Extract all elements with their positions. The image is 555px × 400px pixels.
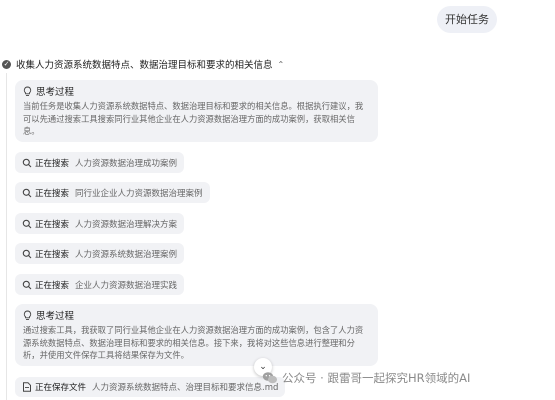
thinking-card: 思考过程 通过搜索工具，我获取了同行业其他企业在人力资源数据治理方面的成功案例，… (15, 304, 378, 366)
search-step[interactable]: 正在搜索 人力资源系统数据治理案例 (15, 243, 185, 264)
search-icon (22, 158, 32, 167)
task-title: 收集人力资源系统数据特点、数据治理目标和要求的相关信息 (16, 60, 273, 71)
save-file-name: 人力资源系统数据特点、治理目标和要求信息.md (92, 383, 279, 393)
search-step[interactable]: 正在搜索 人力资源数据治理成功案例 (15, 152, 185, 173)
search-icon (22, 188, 32, 197)
search-step[interactable]: 正在搜索 企业人力资源数据治理实践 (15, 274, 185, 295)
search-icon (22, 219, 32, 228)
search-status: 正在搜索 (35, 188, 70, 199)
search-query: 人力资源数据治理成功案例 (75, 158, 178, 169)
search-query: 企业人力资源数据治理实践 (75, 280, 178, 291)
search-query: 人力资源数据治理解决方案 (75, 219, 178, 230)
watermark: 公众号 · 跟雷哥一起探究HR领域的AI (262, 369, 470, 387)
save-file-status: 正在保存文件 (35, 383, 87, 393)
thinking-text: 通过搜索工具，我获取了同行业其他企业在人力资源数据治理方面的成功案例，包含了人力… (23, 325, 364, 360)
task-header[interactable]: ✓ 收集人力资源系统数据特点、数据治理目标和要求的相关信息 ⌃ (2, 57, 284, 71)
thread-line (6, 73, 7, 400)
thinking-text: 当前任务是收集人力资源系统数据特点、数据治理目标和要求的相关信息。根据执行建议，… (23, 101, 364, 136)
thinking-title: 思考过程 (23, 84, 370, 98)
search-query: 人力资源系统数据治理案例 (75, 249, 178, 260)
search-step[interactable]: 正在搜索 同行业企业人力资源数据治理案例 (15, 182, 210, 203)
thinking-title: 思考过程 (23, 308, 370, 322)
thinking-card: 思考过程 当前任务是收集人力资源系统数据特点、数据治理目标和要求的相关信息。根据… (15, 80, 378, 142)
watermark-text: 公众号 · 跟雷哥一起探究HR领域的AI (282, 371, 471, 385)
thinking-label: 思考过程 (36, 311, 75, 322)
search-status: 正在搜索 (35, 158, 70, 169)
file-icon (23, 382, 31, 392)
save-file-step[interactable]: 正在保存文件 人力资源系统数据特点、治理目标和要求信息.md (15, 377, 286, 397)
search-icon (22, 249, 32, 258)
search-status: 正在搜索 (35, 249, 70, 260)
thinking-label: 思考过程 (36, 87, 75, 98)
wechat-icon (262, 372, 277, 384)
search-step[interactable]: 正在搜索 人力资源数据治理解决方案 (15, 213, 185, 234)
check-circle-icon: ✓ (2, 59, 11, 69)
chevron-up-icon[interactable]: ⌃ (278, 60, 285, 69)
lightbulb-icon (23, 86, 32, 96)
search-status: 正在搜索 (35, 280, 70, 291)
user-message-bubble: 开始任务 (437, 6, 497, 33)
user-message-text: 开始任务 (445, 13, 489, 26)
lightbulb-icon (23, 310, 32, 320)
search-icon (22, 280, 32, 289)
search-status: 正在搜索 (35, 219, 70, 230)
search-query: 同行业企业人力资源数据治理案例 (75, 188, 203, 199)
